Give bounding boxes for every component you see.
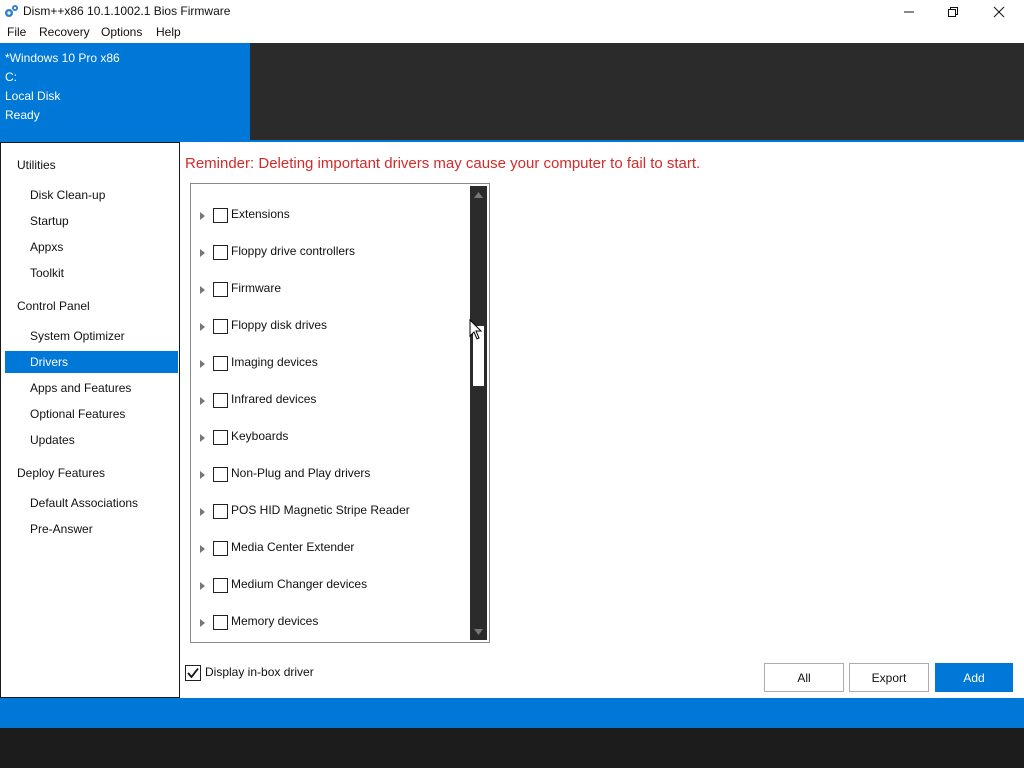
sidebar-item-startup[interactable]: Startup <box>5 210 178 232</box>
os-name: *Windows 10 Pro x86 <box>5 51 120 65</box>
sidebar-item-apps-and-features[interactable]: Apps and Features <box>5 377 178 399</box>
tree-item[interactable]: Memory devices <box>191 607 469 642</box>
driver-checkbox[interactable] <box>213 356 228 371</box>
driver-label: Media Center Extender <box>231 540 355 554</box>
disk-label: Local Disk <box>5 89 61 103</box>
display-inbox-checkbox[interactable] <box>185 665 201 681</box>
tree-item[interactable]: Media Center Extender <box>191 533 469 570</box>
sidebar-item-disk-clean-up[interactable]: Disk Clean-up <box>5 184 178 206</box>
menu-bar: File Recovery Options Help <box>0 23 1024 43</box>
restore-button[interactable] <box>930 0 976 23</box>
expand-arrow-icon[interactable] <box>200 323 205 331</box>
sidebar-item-default-associations[interactable]: Default Associations <box>5 492 178 514</box>
tree-item[interactable]: Medium Changer devices <box>191 570 469 607</box>
sidebar-item-system-optimizer[interactable]: System Optimizer <box>5 325 178 347</box>
drive-letter: C: <box>5 70 17 84</box>
tree-item[interactable]: Non-Plug and Play drivers <box>191 459 469 496</box>
restore-icon <box>948 6 958 17</box>
scroll-down-button[interactable] <box>470 623 487 640</box>
driver-label: Memory devices <box>231 614 319 628</box>
driver-label: Infrared devices <box>231 392 317 406</box>
reminder-text: Reminder: Deleting important drivers may… <box>185 155 701 172</box>
driver-checkbox[interactable] <box>213 504 228 519</box>
tree-item[interactable]: Keyboards <box>191 422 469 459</box>
all-button[interactable]: All <box>764 663 844 692</box>
driver-label: Non-Plug and Play drivers <box>231 466 371 480</box>
driver-label: POS HID Magnetic Stripe Reader <box>231 503 410 517</box>
expand-arrow-icon[interactable] <box>200 397 205 405</box>
close-icon <box>993 6 1005 17</box>
tree-item[interactable]: Imaging devices <box>191 348 469 385</box>
export-button[interactable]: Export <box>849 663 929 692</box>
sidebar-item-updates[interactable]: Updates <box>5 429 178 451</box>
scroll-down-arrow-icon <box>474 628 483 635</box>
driver-label: Keyboards <box>231 429 289 443</box>
tree-item[interactable]: POS HID Magnetic Stripe Reader <box>191 496 469 533</box>
tree-item[interactable]: Infrared devices <box>191 385 469 422</box>
nav-group-deploy-features: Deploy Features <box>17 466 106 480</box>
sidebar-item-optional-features[interactable]: Optional Features <box>5 403 178 425</box>
sidebar-item-drivers[interactable]: Drivers <box>5 351 178 373</box>
tree-item[interactable]: Floppy drive controllers <box>191 237 469 274</box>
driver-checkbox[interactable] <box>213 319 228 334</box>
gear-icon <box>5 5 18 17</box>
expand-arrow-icon[interactable] <box>200 619 205 627</box>
sidebar-item-pre-answer[interactable]: Pre-Answer <box>5 518 178 540</box>
window-title: Dism++x86 10.1.1002.1 Bios Firmware <box>23 4 231 18</box>
scroll-up-button[interactable] <box>470 186 487 203</box>
tree-item[interactable]: Floppy disk drives <box>191 311 469 348</box>
driver-checkbox[interactable] <box>213 245 228 260</box>
expand-arrow-icon[interactable] <box>200 286 205 294</box>
title-bar: Dism++x86 10.1.1002.1 Bios Firmware <box>0 0 1024 23</box>
driver-label: Extensions <box>231 207 290 221</box>
driver-checkbox[interactable] <box>213 282 228 297</box>
menu-options[interactable]: Options <box>101 25 142 39</box>
driver-checkbox[interactable] <box>213 541 228 556</box>
expand-arrow-icon[interactable] <box>200 471 205 479</box>
display-inbox-label[interactable]: Display in-box driver <box>205 665 314 679</box>
driver-label: Floppy drive controllers <box>231 244 356 258</box>
expand-arrow-icon[interactable] <box>200 508 205 516</box>
minimize-icon <box>904 11 914 12</box>
mouse-cursor-icon <box>469 319 483 340</box>
driver-checkbox[interactable] <box>213 430 228 445</box>
add-button[interactable]: Add <box>935 663 1013 692</box>
driver-checkbox[interactable] <box>213 393 228 408</box>
menu-recovery[interactable]: Recovery <box>39 25 90 39</box>
driver-checkbox[interactable] <box>213 208 228 223</box>
menu-file[interactable]: File <box>7 25 26 39</box>
close-button[interactable] <box>976 0 1022 23</box>
driver-checkbox[interactable] <box>213 467 228 482</box>
vertical-scrollbar[interactable] <box>470 186 487 640</box>
driver-checkbox[interactable] <box>213 578 228 593</box>
tree-item[interactable]: Firmware <box>191 274 469 311</box>
tree-item[interactable]: Extensions <box>191 200 469 237</box>
driver-tree[interactable]: Extensions Floppy drive controllers Firm… <box>190 183 490 643</box>
status-bar <box>0 698 1024 728</box>
driver-label: Medium Changer devices <box>231 577 368 591</box>
session-info-panel[interactable]: *Windows 10 Pro x86 C: Local Disk Ready <box>0 43 250 141</box>
driver-label: Imaging devices <box>231 355 318 369</box>
nav-group-utilities: Utilities <box>17 158 56 172</box>
taskbar-area <box>0 728 1024 768</box>
expand-arrow-icon[interactable] <box>200 212 205 220</box>
sidebar: Utilities Disk Clean-up Startup Appxs To… <box>0 142 180 698</box>
driver-label: Floppy disk drives <box>231 318 328 332</box>
session-status: Ready <box>5 108 40 122</box>
nav-group-control-panel: Control Panel <box>17 299 90 313</box>
driver-label: Firmware <box>231 281 281 295</box>
expand-arrow-icon[interactable] <box>200 249 205 257</box>
menu-help[interactable]: Help <box>156 25 181 39</box>
sidebar-item-appxs[interactable]: Appxs <box>5 236 178 258</box>
expand-arrow-icon[interactable] <box>200 434 205 442</box>
minimize-button[interactable] <box>886 0 932 23</box>
scroll-up-arrow-icon <box>474 191 483 198</box>
expand-arrow-icon[interactable] <box>200 582 205 590</box>
sidebar-item-toolkit[interactable]: Toolkit <box>5 262 178 284</box>
checkmark-icon <box>187 667 199 679</box>
driver-checkbox[interactable] <box>213 615 228 630</box>
expand-arrow-icon[interactable] <box>200 360 205 368</box>
expand-arrow-icon[interactable] <box>200 545 205 553</box>
session-list-area <box>250 43 1024 141</box>
